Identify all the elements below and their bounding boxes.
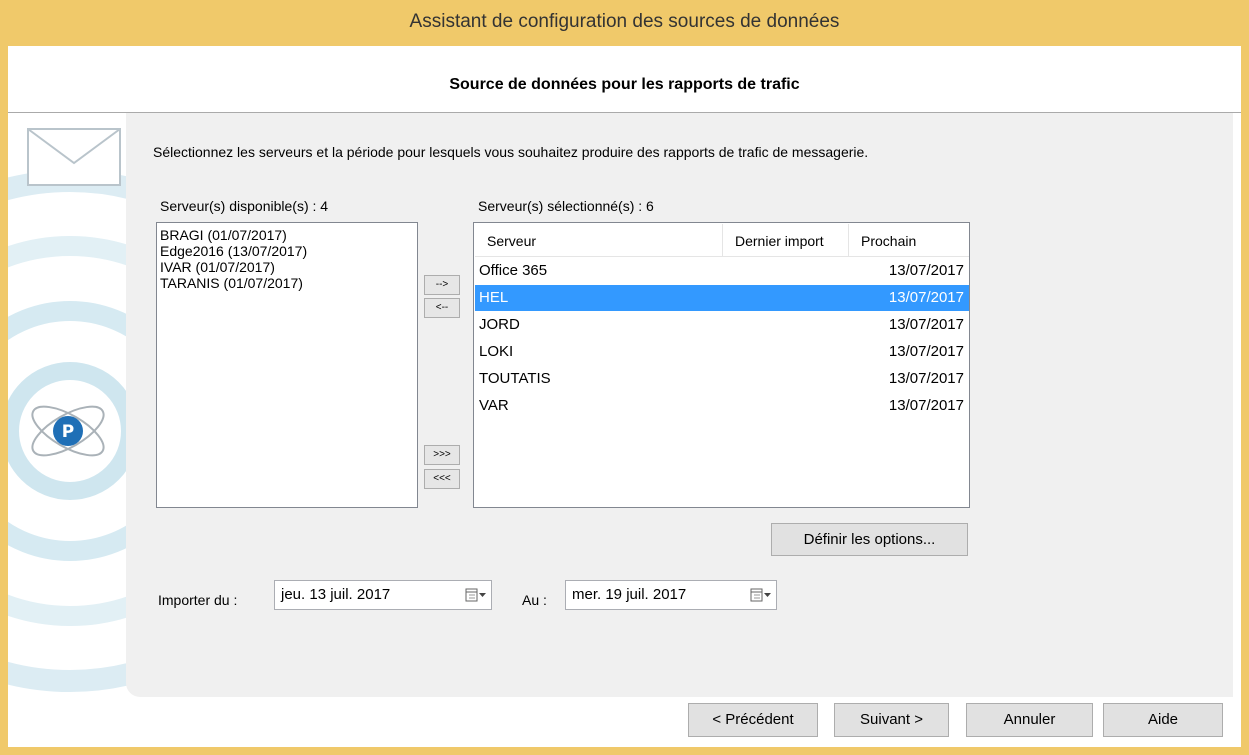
next-date: 13/07/2017 (888, 262, 964, 279)
table-row[interactable]: TOUTATIS 13/07/2017 (475, 366, 969, 392)
available-servers-list[interactable]: BRAGI (01/07/2017) Edge2016 (13/07/2017)… (156, 222, 418, 508)
available-servers-label: Serveur(s) disponible(s) : 4 (160, 198, 329, 214)
list-header: Serveur Dernier import Prochain (475, 224, 969, 257)
next-date: 13/07/2017 (888, 370, 964, 387)
next-date: 13/07/2017 (888, 397, 964, 414)
page-header: Source de données pour les rapports de t… (8, 46, 1241, 113)
column-header-last-import[interactable]: Dernier import (723, 224, 849, 256)
table-row[interactable]: VAR 13/07/2017 (475, 393, 969, 419)
import-from-date-picker[interactable]: jeu. 13 juil. 2017 (274, 580, 492, 610)
server-name: LOKI (479, 343, 514, 360)
add-all-servers-button[interactable]: >>> (424, 445, 460, 465)
wizard-frame: Source de données pour les rapports de t… (8, 46, 1241, 747)
next-date: 13/07/2017 (888, 316, 964, 333)
help-button[interactable]: Aide (1103, 703, 1223, 737)
server-name: Office 365 (479, 262, 548, 279)
remove-all-servers-button[interactable]: <<< (424, 469, 460, 489)
server-name: TOUTATIS (479, 370, 551, 387)
list-item[interactable]: TARANIS (01/07/2017) (157, 275, 417, 291)
instruction-text: Sélectionnez les serveurs et la période … (153, 144, 869, 160)
svg-text:P: P (62, 422, 74, 442)
server-name: HEL (479, 289, 509, 306)
selected-servers-label: Serveur(s) sélectionné(s) : 6 (478, 198, 654, 214)
cancel-button[interactable]: Annuler (966, 703, 1093, 737)
list-item[interactable]: Edge2016 (13/07/2017) (157, 243, 417, 259)
column-header-server[interactable]: Serveur (475, 224, 723, 256)
table-row-selected[interactable]: HEL 13/07/2017 (475, 285, 969, 311)
define-options-button[interactable]: Définir les options... (771, 523, 968, 556)
selected-servers-list[interactable]: Serveur Dernier import Prochain Office 3… (473, 222, 970, 508)
import-from-label: Importer du : (158, 592, 238, 608)
server-name: JORD (479, 316, 520, 333)
calendar-dropdown-icon[interactable] (465, 587, 487, 603)
list-item[interactable]: IVAR (01/07/2017) (157, 259, 417, 275)
calendar-dropdown-icon[interactable] (750, 587, 772, 603)
next-date: 13/07/2017 (888, 343, 964, 360)
table-row[interactable]: JORD 13/07/2017 (475, 312, 969, 338)
next-button[interactable]: Suivant > (834, 703, 949, 737)
previous-button[interactable]: < Précédent (688, 703, 818, 737)
server-name: VAR (479, 397, 509, 414)
table-row[interactable]: LOKI 13/07/2017 (475, 339, 969, 365)
import-from-date-value: jeu. 13 juil. 2017 (281, 586, 391, 603)
next-date: 13/07/2017 (888, 289, 964, 306)
import-to-label: Au : (522, 592, 547, 608)
footer-bar: < Précédent Suivant > Annuler Aide (8, 703, 1241, 747)
import-to-date-picker[interactable]: mer. 19 juil. 2017 (565, 580, 777, 610)
column-header-next[interactable]: Prochain (849, 224, 969, 256)
import-to-date-value: mer. 19 juil. 2017 (572, 586, 687, 603)
add-server-button[interactable]: --> (424, 275, 460, 295)
remove-server-button[interactable]: <-- (424, 298, 460, 318)
table-row[interactable]: Office 365 13/07/2017 (475, 258, 969, 284)
list-item[interactable]: BRAGI (01/07/2017) (157, 227, 417, 243)
wizard-window: Assistant de configuration des sources d… (0, 0, 1249, 755)
window-title: Assistant de configuration des sources d… (409, 11, 840, 32)
